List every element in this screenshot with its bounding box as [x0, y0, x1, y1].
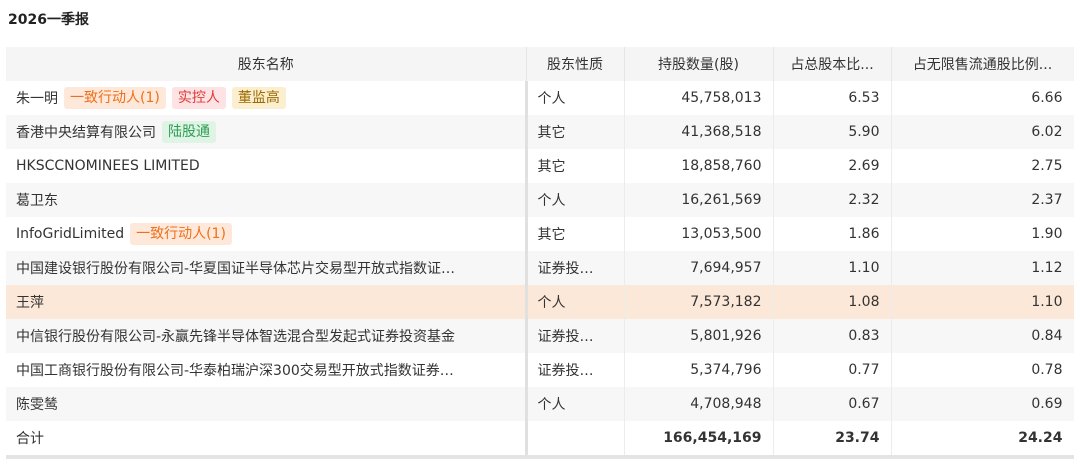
share-quantity: 7,573,182 [624, 285, 774, 319]
shareholder-type: 其它 [526, 217, 625, 251]
table-row[interactable]: 葛卫东 个人 16,261,569 2.32 2.37 [6, 183, 1075, 217]
pct-of-float-shares: 0.78 [891, 353, 1075, 387]
pct-of-float-shares: 1.90 [891, 217, 1075, 251]
pct-of-float-shares: 1.10 [891, 285, 1075, 319]
total-label: 合计 [6, 421, 528, 455]
share-quantity: 16,261,569 [624, 183, 774, 217]
total-pct-float: 24.24 [891, 421, 1075, 455]
pct-of-total-shares: 2.32 [773, 183, 892, 217]
pct-of-float-shares: 6.66 [891, 81, 1075, 115]
pct-of-total-shares: 0.77 [773, 353, 892, 387]
total-pct-total: 23.74 [773, 421, 892, 455]
shareholder-name-cell: 朱一明 一致行动人(1) 实控人 董监高 [6, 81, 528, 115]
shareholder-name[interactable]: 中国工商银行股份有限公司-华泰柏瑞沪深300交易型开放式指数证券… [16, 363, 454, 379]
pct-of-total-shares: 6.53 [773, 81, 892, 115]
shareholder-name[interactable]: HKSCCNOMINEES LIMITED [16, 158, 200, 174]
shareholder-type: 个人 [526, 183, 625, 217]
share-quantity: 41,368,518 [624, 115, 774, 149]
shareholder-tag: 实控人 [171, 87, 226, 109]
pct-of-total-shares: 0.83 [773, 319, 892, 353]
pct-of-float-shares: 0.84 [891, 319, 1075, 353]
share-quantity: 5,801,926 [624, 319, 774, 353]
pct-of-float-shares: 2.37 [891, 183, 1075, 217]
share-quantity: 5,374,796 [624, 353, 774, 387]
shareholder-name-cell: 陈雯鸶 [6, 387, 528, 421]
pct-of-float-shares: 1.12 [891, 251, 1075, 285]
shareholder-name-cell: HKSCCNOMINEES LIMITED [6, 149, 528, 183]
share-quantity: 13,053,500 [624, 217, 774, 251]
pct-of-total-shares: 5.90 [773, 115, 892, 149]
shareholder-name[interactable]: 中国建设银行股份有限公司-华夏国证半导体芯片交易型开放式指数证… [16, 261, 455, 277]
table-header-row: 股东名称 股东性质 持股数量(股) 占总股本比... 占无限售流通股比例... [6, 47, 1075, 81]
table-row[interactable]: 朱一明 一致行动人(1) 实控人 董监高 个人 45,758,013 6.53 6.66 [6, 81, 1075, 115]
header-qty[interactable]: 持股数量(股) [624, 47, 774, 81]
shareholder-name-cell: 香港中央结算有限公司 陆股通 [6, 115, 528, 149]
total-type-empty [526, 421, 625, 455]
section-title: 2026一季报 [8, 12, 89, 28]
shareholder-type: 其它 [526, 115, 625, 149]
shareholder-tag: 一致行动人(1) [130, 223, 232, 245]
shareholder-name[interactable]: 王萍 [16, 295, 44, 311]
shareholders-table: 股东名称 股东性质 持股数量(股) 占总股本比... 占无限售流通股比例... … [6, 47, 1075, 455]
shareholder-name-cell: 中国建设银行股份有限公司-华夏国证半导体芯片交易型开放式指数证… [6, 251, 528, 285]
shareholder-name-cell: 中国工商银行股份有限公司-华泰柏瑞沪深300交易型开放式指数证券… [6, 353, 528, 387]
pct-of-float-shares: 6.02 [891, 115, 1075, 149]
shareholder-name[interactable]: 香港中央结算有限公司 [16, 125, 156, 141]
shareholder-tag: 陆股通 [162, 121, 216, 143]
pct-of-total-shares: 1.86 [773, 217, 892, 251]
shareholder-name-cell: InfoGridLimited 一致行动人(1) [6, 217, 528, 251]
table-row[interactable]: InfoGridLimited 一致行动人(1) 其它 13,053,500 1.86 1… [6, 217, 1075, 251]
shareholder-name-cell: 中信银行股份有限公司-永赢先锋半导体智选混合型发起式证券投资基金 [6, 319, 528, 353]
table-total-row: 合计 166,454,169 23.74 24.24 [6, 421, 1075, 455]
shareholder-type: 其它 [526, 149, 625, 183]
table-row[interactable]: 中信银行股份有限公司-永赢先锋半导体智选混合型发起式证券投资基金 证券投… 5,80… [6, 319, 1075, 353]
total-qty: 166,454,169 [624, 421, 774, 455]
shareholder-type: 证券投… [526, 251, 625, 285]
shareholder-type: 个人 [526, 81, 625, 115]
table-row[interactable]: HKSCCNOMINEES LIMITED 其它 18,858,760 2.69 2.7… [6, 149, 1075, 183]
shareholder-name-cell: 葛卫东 [6, 183, 528, 217]
table-row[interactable]: 中国工商银行股份有限公司-华泰柏瑞沪深300交易型开放式指数证券… 证券投… 5,3… [6, 353, 1075, 387]
shareholder-tag: 一致行动人(1) [64, 87, 166, 109]
shareholder-type: 个人 [526, 285, 625, 319]
pct-of-total-shares: 0.67 [773, 387, 892, 421]
pct-of-total-shares: 1.08 [773, 285, 892, 319]
pct-of-total-shares: 2.69 [773, 149, 892, 183]
header-type[interactable]: 股东性质 [526, 47, 625, 81]
header-name[interactable]: 股东名称 [6, 47, 527, 81]
pct-of-float-shares: 0.69 [891, 387, 1075, 421]
table-row[interactable]: 王萍 个人 7,573,182 1.08 1.10 [6, 285, 1075, 319]
shareholder-name[interactable]: 陈雯鸶 [16, 397, 58, 413]
shareholder-type: 个人 [526, 387, 625, 421]
share-quantity: 4,708,948 [624, 387, 774, 421]
shareholder-name[interactable]: 葛卫东 [16, 193, 58, 209]
table-row[interactable]: 陈雯鸶 个人 4,708,948 0.67 0.69 [6, 387, 1075, 421]
share-quantity: 45,758,013 [624, 81, 774, 115]
shareholder-name[interactable]: 中信银行股份有限公司-永赢先锋半导体智选混合型发起式证券投资基金 [16, 329, 455, 345]
share-quantity: 18,858,760 [624, 149, 774, 183]
shareholders-table-wrapper: 股东名称 股东性质 持股数量(股) 占总股本比... 占无限售流通股比例... … [6, 47, 1075, 459]
shareholder-type: 证券投… [526, 319, 625, 353]
table-row[interactable]: 中国建设银行股份有限公司-华夏国证半导体芯片交易型开放式指数证… 证券投… 7,69… [6, 251, 1075, 285]
header-pct-total[interactable]: 占总股本比... [773, 47, 892, 81]
pct-of-total-shares: 1.10 [773, 251, 892, 285]
shareholder-name-cell: 王萍 [6, 285, 528, 319]
pct-of-float-shares: 2.75 [891, 149, 1075, 183]
header-pct-float[interactable]: 占无限售流通股比例... [891, 47, 1075, 81]
shareholder-type: 证券投… [526, 353, 625, 387]
shareholder-tag: 董监高 [231, 87, 286, 109]
vertical-scrollbar[interactable] [1074, 47, 1080, 457]
shareholder-name[interactable]: InfoGridLimited [16, 226, 124, 242]
shareholder-name[interactable]: 朱一明 [16, 91, 58, 107]
share-quantity: 7,694,957 [624, 251, 774, 285]
table-row[interactable]: 香港中央结算有限公司 陆股通 其它 41,368,518 5.90 6.02 [6, 115, 1075, 149]
